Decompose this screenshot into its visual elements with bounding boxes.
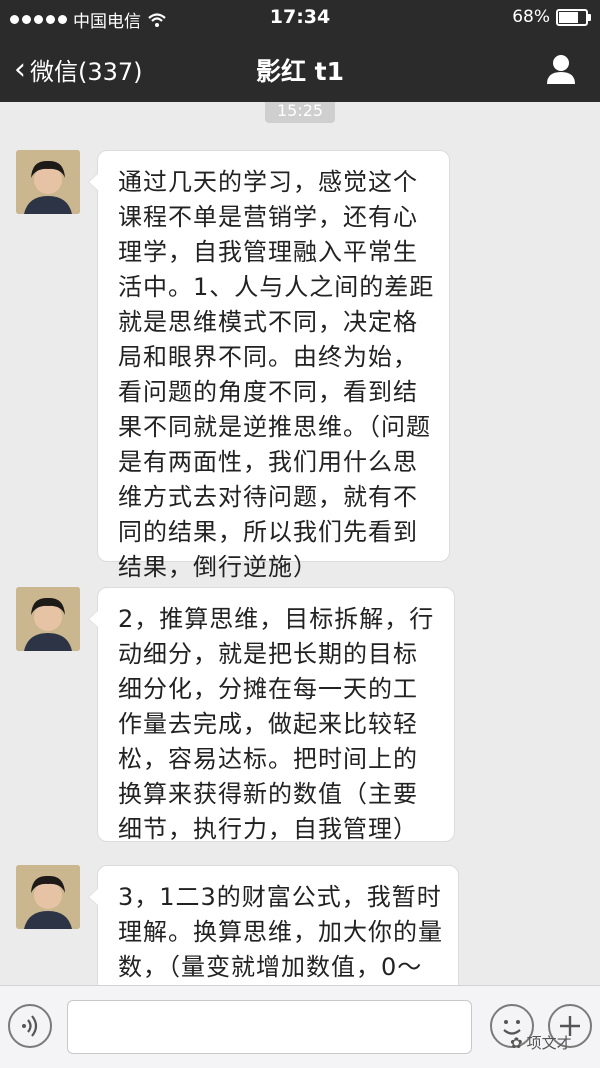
message-bubble[interactable]: 2，推算思维，目标拆解，行动细分，就是把长期的目标细分化，分摊在每一天的工作量去… xyxy=(88,587,455,843)
chat-area[interactable]: 15:25 通过几天的学习，感觉这个课程不单是营销学，还有心理学，自我管理融入平… xyxy=(0,102,600,985)
battery-percent: 68% xyxy=(512,7,550,27)
watermark: ✿ 项文才 xyxy=(510,1032,572,1053)
timestamp: 15:25 xyxy=(265,102,335,123)
avatar[interactable] xyxy=(16,587,80,651)
avatar-image xyxy=(16,865,80,929)
battery-icon xyxy=(556,8,591,26)
message-bubble[interactable]: 通过几天的学习，感觉这个课程不单是营销学，还有心理学，自我管理融入平常生活中。1… xyxy=(88,150,450,581)
wechat-logo-icon: ✿ xyxy=(510,1033,523,1052)
status-time: 17:34 xyxy=(269,6,331,28)
watermark-text: 项文才 xyxy=(526,1034,572,1052)
avatar-image xyxy=(16,587,80,651)
avatar-image xyxy=(16,150,80,214)
profile-icon[interactable] xyxy=(544,52,578,86)
voice-icon xyxy=(22,1015,38,1037)
status-right: 68% xyxy=(512,7,591,27)
input-bar xyxy=(0,985,600,1068)
avatar[interactable] xyxy=(16,865,80,929)
message-bubble[interactable]: 3，1二3的财富公式，我暂时理解。换算思维，加大你的量数，（量变就增加数值，0～… xyxy=(88,865,459,985)
chat-title: 影红 t1 xyxy=(255,57,345,86)
battery-fill xyxy=(559,11,579,23)
nav-bar: ‹ 微信(337) 影红 t1 xyxy=(0,34,600,102)
status-bar: 中国电信 17:34 68% xyxy=(0,0,600,34)
voice-button[interactable] xyxy=(8,1004,52,1048)
avatar[interactable] xyxy=(16,150,80,214)
message-input[interactable] xyxy=(67,1000,472,1054)
